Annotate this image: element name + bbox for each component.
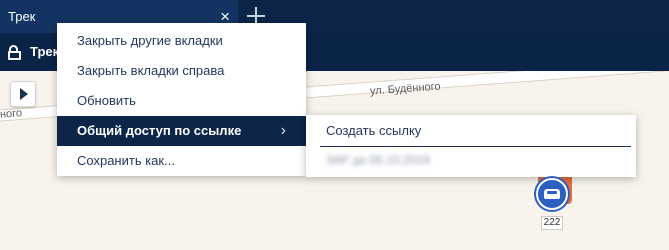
menu-item-close-tabs-right[interactable]: Закрыть вкладки справа xyxy=(57,56,306,86)
vehicle-marker[interactable] xyxy=(536,178,568,210)
menu-item-label: Сохранить как... xyxy=(77,153,175,168)
create-link-button[interactable]: Создать ссылку xyxy=(326,123,421,138)
track-title: Трек xyxy=(30,44,60,59)
play-track-button[interactable] xyxy=(10,81,36,107)
menu-item-share-by-link[interactable]: Общий доступ по ссылке › xyxy=(57,116,306,146)
menu-item-save-as[interactable]: Сохранить как... xyxy=(57,146,306,176)
menu-item-label: Закрыть другие вкладки xyxy=(77,33,223,48)
submenu-divider xyxy=(320,146,631,147)
vehicle-marker-label: 222 xyxy=(541,216,563,230)
menu-item-refresh[interactable]: Обновить xyxy=(57,86,306,116)
play-icon xyxy=(20,88,28,100)
menu-item-label: Закрыть вкладки справа xyxy=(77,63,225,78)
chevron-right-icon: › xyxy=(280,122,286,139)
menu-item-close-other-tabs[interactable]: Закрыть другие вкладки xyxy=(57,26,306,56)
menu-item-label: Общий доступ по ссылке xyxy=(77,123,242,138)
share-submenu: Создать ссылку ЗАР до 05.10.2019 xyxy=(306,115,636,177)
car-icon xyxy=(544,189,560,199)
tab-title: Трек xyxy=(8,9,36,24)
shared-link-item[interactable]: ЗАР до 05.10.2019 xyxy=(326,153,430,167)
street-label-partial: ного xyxy=(0,107,23,121)
menu-item-label: Обновить xyxy=(77,93,136,108)
lock-open-icon[interactable] xyxy=(8,45,22,61)
tab-context-menu: Закрыть другие вкладки Закрыть вкладки с… xyxy=(57,23,306,176)
